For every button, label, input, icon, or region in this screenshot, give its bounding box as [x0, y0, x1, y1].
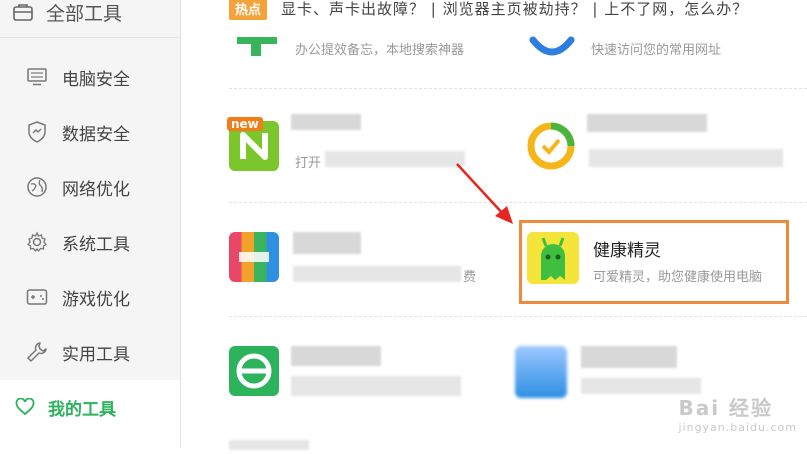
tool-item-notes[interactable]: 办公提效备忘，本地搜索神器	[235, 30, 485, 60]
globe-icon	[26, 176, 48, 198]
sidebar-item-label: 电脑安全	[62, 69, 130, 90]
colorful-app-icon	[229, 232, 279, 282]
sidebar-item-label: 游戏优化	[62, 289, 130, 310]
tool-item-blurred-4[interactable]	[229, 346, 489, 406]
sidebar-item-label: 我的工具	[48, 399, 116, 420]
sidebar-item-utility-tools[interactable]: 实用工具	[0, 327, 180, 377]
blurred-title	[291, 346, 381, 366]
baidu-watermark: Bai 经验 jingyan.baidu.com	[678, 392, 797, 434]
sidebar-item-label: 实用工具	[62, 344, 130, 365]
hot-badge: 热点	[229, 0, 268, 20]
blurred-desc	[293, 266, 461, 282]
sidebar-item-system-tools[interactable]: 系统工具	[0, 217, 180, 267]
blurred-desc	[589, 149, 783, 167]
sidebar-item-label: 数据安全	[62, 124, 130, 145]
sidebar-item-data-security[interactable]: 数据安全	[0, 107, 180, 157]
tool-desc: 费	[463, 270, 477, 285]
blurred-app-icon	[515, 346, 567, 398]
sidebar-item-game-optimize[interactable]: 游戏优化	[0, 272, 180, 322]
sidebar-item-label: 系统工具	[62, 234, 130, 255]
row-divider	[229, 316, 807, 317]
partial-row	[229, 440, 309, 450]
sidebar-item-label: 全部工具	[46, 2, 123, 25]
tool-item-blurred-3[interactable]: 费	[229, 232, 489, 292]
sidebar-item-all-tools[interactable]: 全部工具	[0, 0, 180, 38]
notes-icon-stem	[251, 42, 261, 56]
blurred-desc	[325, 151, 465, 167]
wrench-icon	[26, 341, 48, 363]
tool-item-blurred-1[interactable]: new 打开	[227, 114, 489, 178]
sidebar-item-label: 网络优化	[62, 179, 130, 200]
app-icon-bar	[239, 252, 269, 262]
blurred-title	[581, 346, 677, 368]
browser-e-icon	[229, 346, 279, 396]
sidebar: 全部工具 电脑安全 数据安全 网络优化 系统工具 游戏优化 实用工具 我的工具	[0, 0, 181, 454]
blurred-title	[293, 232, 361, 254]
new-badge: new	[227, 117, 263, 131]
gamepad-icon	[26, 286, 48, 308]
hot-topics-bar: 热点 显卡、声卡出故障？ | 浏览器主页被劫持？ | 上不了网，怎么办？	[229, 0, 748, 22]
tool-item-blurred-2[interactable]	[525, 114, 795, 178]
heart-icon	[14, 396, 36, 418]
blurred-title	[587, 114, 707, 132]
row-divider	[229, 88, 807, 89]
gear-icon	[26, 231, 48, 253]
sidebar-item-my-tools[interactable]: 我的工具	[0, 380, 180, 454]
tool-grid: 热点 显卡、声卡出故障？ | 浏览器主页被劫持？ | 上不了网，怎么办？ 办公提…	[181, 0, 807, 450]
tool-item-quick-sites[interactable]: 快速访问您的常用网址	[527, 30, 797, 60]
sidebar-item-network[interactable]: 网络优化	[0, 162, 180, 212]
watermark-main: Bai 经验	[678, 396, 774, 420]
tool-desc: 快速访问您的常用网址	[591, 43, 722, 58]
toolbox-icon	[12, 1, 34, 23]
hot-topics-link[interactable]: 显卡、声卡出故障？ | 浏览器主页被劫持？ | 上不了网，怎么办？	[281, 0, 748, 19]
tool-desc: 办公提效备忘，本地搜索神器	[295, 43, 465, 58]
highlight-box	[519, 220, 789, 304]
watermark-sub: jingyan.baidu.com	[678, 421, 797, 434]
gauge-app-icon	[527, 122, 575, 170]
blurred-title	[291, 114, 361, 130]
sidebar-item-pc-security[interactable]: 电脑安全	[0, 52, 180, 102]
tool-desc: 打开	[295, 156, 322, 171]
monitor-icon	[26, 66, 48, 88]
quick-sites-icon	[529, 36, 575, 56]
red-arrow-annotation	[456, 163, 513, 224]
shield-icon	[26, 121, 48, 143]
blurred-desc	[291, 376, 461, 396]
